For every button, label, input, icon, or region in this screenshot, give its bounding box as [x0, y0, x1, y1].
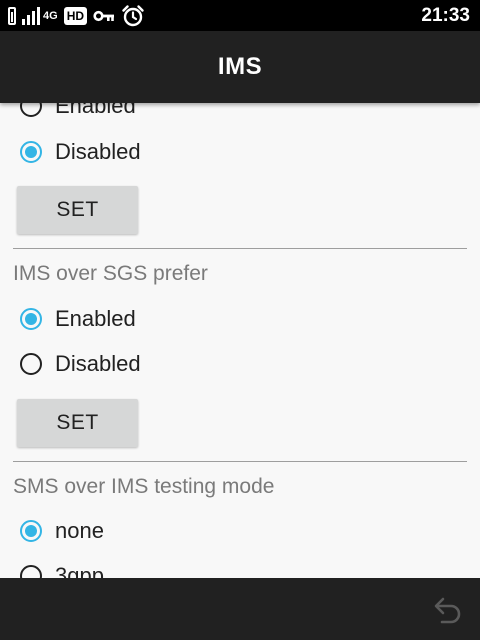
network-type: 4G: [43, 10, 58, 22]
section2-option-enabled[interactable]: Enabled: [20, 304, 136, 334]
section-title-sms-over-ims: SMS over IMS testing mode: [13, 475, 275, 498]
radio-label: Enabled: [55, 306, 136, 331]
page-title: IMS: [217, 53, 263, 80]
hd-badge: HD: [63, 7, 88, 25]
app-bar: IMS: [0, 31, 480, 103]
section1-option-enabled[interactable]: Enabled: [20, 103, 136, 121]
section3-option-3gpp[interactable]: 3gpp: [20, 561, 104, 578]
set-button-section2[interactable]: SET: [17, 399, 138, 447]
divider: [13, 248, 467, 249]
key-icon: [93, 10, 115, 22]
status-bar: 4G HD 21:33: [0, 0, 480, 31]
status-time: 21:33: [421, 5, 470, 26]
battery-icon: [8, 7, 16, 25]
radio-button[interactable]: [20, 103, 42, 117]
radio-label: Enabled: [55, 103, 136, 118]
radio-button[interactable]: [20, 141, 42, 163]
section2-option-disabled[interactable]: Disabled: [20, 349, 141, 379]
alarm-icon: [122, 5, 144, 27]
radio-button[interactable]: [20, 565, 42, 578]
radio-label: none: [55, 518, 104, 543]
radio-button[interactable]: [20, 520, 42, 542]
section1-option-disabled[interactable]: Disabled: [20, 137, 141, 167]
radio-button[interactable]: [20, 308, 42, 330]
navigation-bar: [0, 578, 480, 640]
set-button-section1[interactable]: SET: [17, 186, 138, 234]
section-title-ims-over-sgs: IMS over SGS prefer: [13, 262, 208, 285]
radio-button[interactable]: [20, 353, 42, 375]
back-icon[interactable]: [432, 593, 464, 625]
signal-icon: [22, 7, 40, 25]
settings-scroll-view[interactable]: Enabled Disabled SET IMS over SGS prefer…: [0, 103, 480, 578]
divider: [13, 461, 467, 462]
section3-option-none[interactable]: none: [20, 516, 104, 546]
radio-label: Disabled: [55, 351, 141, 376]
status-icons: 4G HD: [8, 5, 145, 27]
radio-label: Disabled: [55, 139, 141, 164]
radio-label: 3gpp: [55, 563, 104, 578]
